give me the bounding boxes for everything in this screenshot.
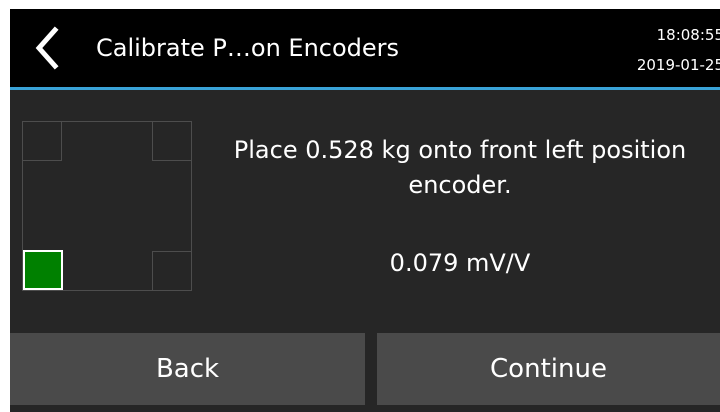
clock-time: 18:08:55 [656,26,720,44]
calibration-screen: Calibrate P…on Encoders 18:08:55 2019-01… [10,9,720,412]
continue-button[interactable]: Continue [377,333,720,405]
encoder-rear-left [22,121,62,161]
clock: 18:08:55 2019-01-25 [594,20,720,80]
header-bar: Calibrate P…on Encoders 18:08:55 2019-01… [10,9,720,87]
encoder-rear-right [152,121,192,161]
back-button[interactable]: Back [10,333,365,405]
back-arrow-icon[interactable] [30,25,64,71]
encoder-front-left-active [23,250,63,290]
sensor-reading: 0.079 mV/V [389,249,531,277]
instruction-text: Place 0.528 kg onto front left position … [233,136,687,199]
header-divider [10,87,720,90]
clock-date: 2019-01-25 [636,56,720,74]
encoder-front-right [152,251,192,291]
page-title: Calibrate P…on Encoders [96,34,400,62]
encoder-position-map [22,121,192,291]
